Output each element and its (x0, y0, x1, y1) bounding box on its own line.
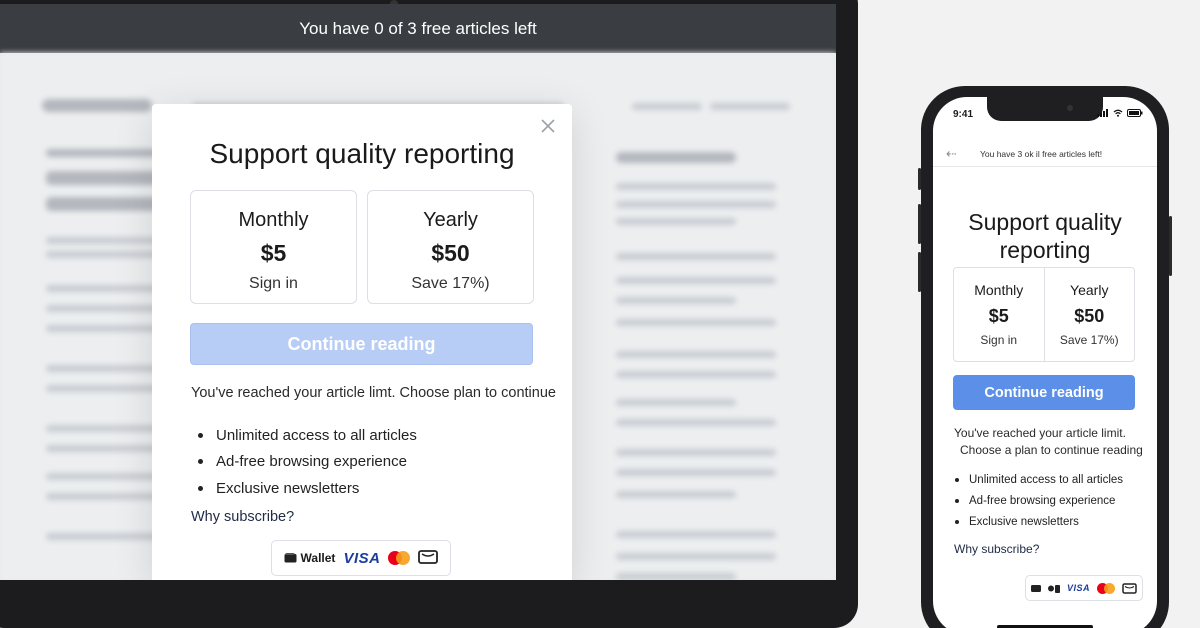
phone-notch (987, 97, 1103, 121)
phone-why-subscribe-link[interactable]: Why subscribe? (954, 542, 1039, 556)
wallet-icon (284, 553, 297, 563)
back-arrow-icon[interactable]: ⇠ (946, 146, 957, 162)
plan-name: Yearly (1070, 282, 1109, 298)
phone-plan-yearly[interactable]: Yearly $50 Save 17%) (1043, 268, 1135, 361)
wifi-icon (1113, 109, 1123, 117)
phone-article-limit-message: You've reached your article limit. Choos… (954, 425, 1144, 459)
wallet-option[interactable]: Wallet (284, 551, 336, 565)
plan-name: Monthly (238, 209, 309, 231)
status-time: 9:41 (953, 109, 974, 120)
why-subscribe-link[interactable]: Why subscribe? (191, 509, 294, 525)
phone-plan-monthly[interactable]: Monthly $5 Sign in (954, 268, 1044, 361)
plan-card-yearly[interactable]: Yearly $50 Save 17%) (367, 190, 534, 304)
phone-device: 9:41 ⇠ You have 3 ok il free articles le… (918, 86, 1172, 628)
free-articles-banner-text: You have 0 of 3 free articles left (299, 18, 537, 38)
benefit-item: Ad-free browsing experience (955, 490, 1123, 511)
phone-screen: 9:41 ⇠ You have 3 ok il free articles le… (933, 97, 1157, 628)
plan-card-monthly[interactable]: Monthly $5 Sign in (190, 190, 357, 304)
message-line: You've reached your article limit. (954, 426, 1126, 440)
mastercard-icon (1097, 582, 1115, 594)
phone-page-title: Support quality reporting (933, 208, 1157, 264)
close-icon[interactable] (538, 116, 558, 136)
plan-price: $5 (260, 240, 287, 266)
article-limit-message: You've reached your article limt. Choose… (191, 385, 556, 401)
phone-payment-methods: VISA (1025, 575, 1143, 601)
benefit-item: Ad-free browsing experience (198, 449, 417, 476)
card-icon (1122, 582, 1137, 594)
phone-banner-text: You have 3 ok il free articles left! (980, 149, 1103, 159)
mastercard-icon (388, 551, 411, 565)
phone-continue-reading-button[interactable]: Continue reading (953, 375, 1135, 410)
wallet-label: Wallet (300, 551, 336, 565)
laptop-screen: You have 0 of 3 free articles left Suppo… (0, 4, 836, 580)
plan-subtext: Save 17%) (1059, 333, 1119, 347)
benefit-item: Unlimited access to all articles (955, 469, 1123, 490)
benefit-item: Exclusive newsletters (955, 511, 1123, 532)
wallet-icon[interactable] (1030, 584, 1041, 592)
plan-name: Yearly (423, 209, 478, 231)
benefit-item: Exclusive newsletters (198, 475, 417, 502)
phone-title-line: reporting (999, 237, 1091, 263)
phone-benefits-list: Unlimited access to all articles Ad-free… (955, 469, 1123, 532)
card-icon (418, 549, 439, 567)
plan-subtext: Sign in (980, 333, 1018, 347)
apple-pay-icon[interactable] (1047, 583, 1060, 593)
benefit-item: Unlimited access to all articles (198, 422, 417, 449)
message-line: Choose a plan to continue reading (960, 443, 1143, 457)
battery-icon (1127, 109, 1143, 117)
visa-icon: VISA (1066, 583, 1090, 593)
phone-title-line: Support quality (968, 209, 1122, 235)
plan-subtext: Sign in (249, 275, 298, 292)
signal-icon (1097, 109, 1108, 117)
modal-title: Support quality reporting (209, 138, 515, 169)
plan-price: $50 (431, 240, 470, 266)
benefits-list: Unlimited access to all articles Ad-free… (198, 422, 417, 502)
payment-methods: Wallet VISA (271, 540, 451, 576)
subscription-modal: Support quality reporting Monthly $5 Sig… (152, 104, 572, 580)
laptop-device: You have 0 of 3 free articles left Suppo… (0, 0, 858, 628)
phone-plan-selector: Monthly $5 Sign in Yearly $50 Save 17%) (953, 267, 1135, 362)
status-icons (1097, 109, 1143, 117)
phone-free-articles-banner: ⇠ You have 3 ok il free articles left! (933, 141, 1157, 167)
visa-icon: VISA (343, 549, 381, 567)
plan-subtext: Save 17%) (411, 275, 490, 292)
plan-price: $50 (1074, 306, 1105, 326)
continue-reading-button[interactable]: Continue reading (190, 323, 533, 365)
free-articles-banner: You have 0 of 3 free articles left (0, 4, 836, 53)
plan-price: $5 (988, 306, 1009, 326)
plan-name: Monthly (974, 282, 1024, 298)
